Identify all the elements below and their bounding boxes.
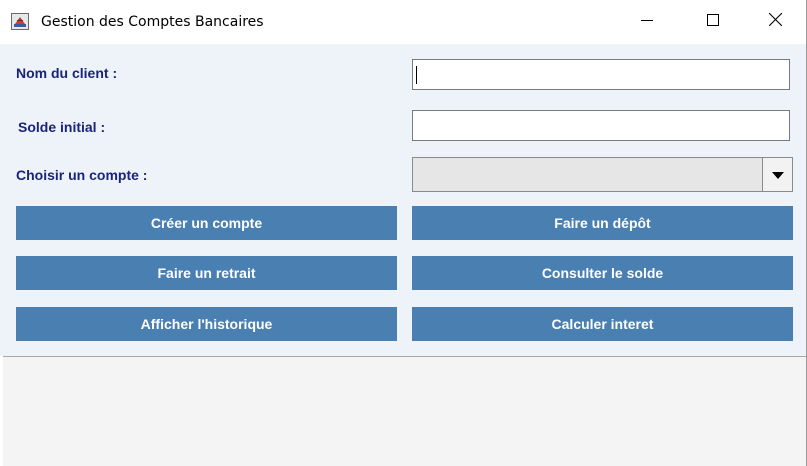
title-bar[interactable]: Gestion des Comptes Bancaires [0,0,806,44]
show-history-button[interactable]: Afficher l'historique [16,307,397,341]
output-text-area[interactable] [0,356,806,466]
check-balance-button[interactable]: Consulter le solde [412,256,793,290]
initial-balance-input[interactable] [412,110,790,141]
minimize-button[interactable] [624,0,670,44]
triangle-down-icon [771,166,784,184]
withdraw-button[interactable]: Faire un retrait [16,256,397,290]
window-edge [0,356,3,466]
close-icon [768,12,782,31]
close-button[interactable] [752,0,798,44]
account-select-label: Choisir un compte : [16,167,148,183]
compute-interest-button[interactable]: Calculer interet [412,307,793,341]
window-title: Gestion des Comptes Bancaires [41,14,264,30]
dropdown-button[interactable] [762,158,792,191]
create-account-button[interactable]: Créer un compte [16,206,397,240]
deposit-button[interactable]: Faire un dépôt [412,206,793,240]
account-select[interactable] [412,157,793,192]
client-name-label: Nom du client : [16,65,118,81]
maximize-icon [707,13,719,31]
app-window: Gestion des Comptes Bancaires Nom du cli… [0,0,807,466]
minimize-icon [641,13,653,31]
java-coffee-cup-icon [11,13,29,30]
maximize-button[interactable] [690,0,736,44]
form-panel: Nom du client : Solde initial : Choisir … [0,44,806,356]
initial-balance-label: Solde initial : [18,119,106,135]
client-name-input[interactable] [412,59,790,90]
text-caret [416,66,417,84]
